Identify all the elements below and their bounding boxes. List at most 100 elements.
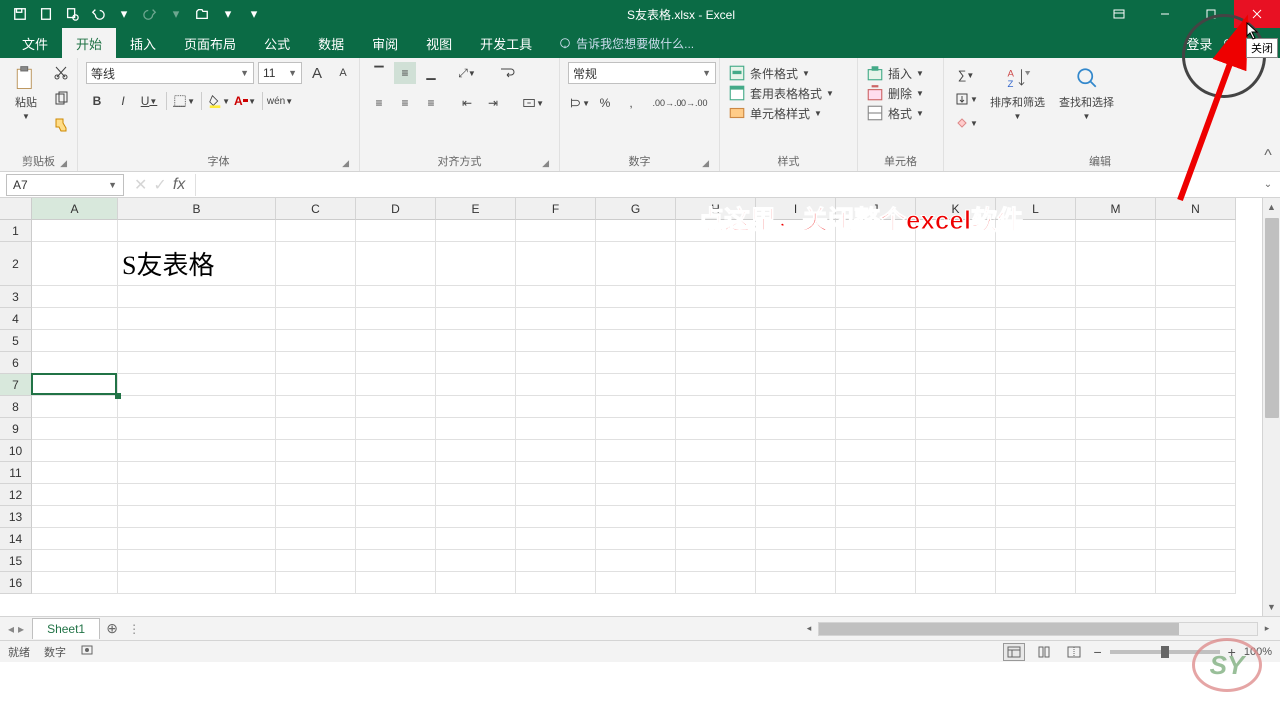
cell[interactable] (356, 286, 436, 308)
cell[interactable] (356, 528, 436, 550)
cell[interactable] (836, 484, 916, 506)
cell[interactable] (276, 528, 356, 550)
column-header[interactable]: C (276, 198, 356, 220)
row-header[interactable]: 16 (0, 572, 32, 594)
cell[interactable] (1076, 220, 1156, 242)
cell[interactable] (996, 242, 1076, 286)
cell[interactable] (436, 440, 516, 462)
cells-area[interactable]: S友表格 (32, 220, 1236, 594)
cell[interactable] (516, 528, 596, 550)
cell[interactable] (516, 440, 596, 462)
cell[interactable] (32, 572, 118, 594)
add-sheet-button[interactable]: ⊕ (100, 620, 124, 637)
clear-icon[interactable]: ▼ (952, 112, 980, 134)
qat-customize-icon[interactable]: ▾ (242, 2, 266, 26)
tab-视图[interactable]: 视图 (412, 28, 466, 59)
cell[interactable] (436, 330, 516, 352)
cell[interactable] (1156, 506, 1236, 528)
bold-button[interactable]: B (86, 90, 108, 112)
align-top-icon[interactable]: ▔ (368, 62, 390, 84)
column-header[interactable]: D (356, 198, 436, 220)
cell[interactable] (916, 330, 996, 352)
ribbon-display-icon[interactable] (1096, 0, 1142, 28)
cell[interactable] (1076, 484, 1156, 506)
cell[interactable] (356, 506, 436, 528)
cell[interactable] (118, 418, 276, 440)
orientation-icon[interactable]: ⤢▼ (456, 62, 478, 84)
cell[interactable] (32, 550, 118, 572)
cell[interactable] (596, 242, 676, 286)
grow-font-icon[interactable]: A (306, 62, 328, 84)
vertical-scrollbar[interactable]: ▲ ▼ (1262, 198, 1280, 616)
cell[interactable] (916, 396, 996, 418)
cell[interactable] (596, 308, 676, 330)
cell[interactable] (436, 308, 516, 330)
cell[interactable] (436, 550, 516, 572)
align-middle-icon[interactable]: ≡ (394, 62, 416, 84)
cell[interactable] (32, 396, 118, 418)
cell[interactable] (32, 506, 118, 528)
cell[interactable] (756, 330, 836, 352)
decrease-decimal-icon[interactable]: .0→.00 (682, 92, 704, 114)
cell[interactable] (676, 374, 756, 396)
cell[interactable] (118, 572, 276, 594)
undo-more-icon[interactable]: ▾ (112, 2, 136, 26)
cell[interactable] (756, 286, 836, 308)
cell[interactable] (356, 484, 436, 506)
cell[interactable] (276, 462, 356, 484)
cell[interactable] (1076, 506, 1156, 528)
cell[interactable] (516, 506, 596, 528)
cell[interactable] (356, 330, 436, 352)
copy-icon[interactable] (50, 88, 72, 110)
cell[interactable] (118, 440, 276, 462)
cell[interactable] (276, 308, 356, 330)
cell[interactable] (356, 550, 436, 572)
dialog-launcher-icon[interactable]: ◢ (702, 158, 709, 169)
cell[interactable] (756, 396, 836, 418)
cell[interactable] (32, 528, 118, 550)
cell[interactable] (916, 286, 996, 308)
cell[interactable] (836, 528, 916, 550)
cell[interactable] (1076, 550, 1156, 572)
cell[interactable] (276, 550, 356, 572)
cell[interactable] (276, 506, 356, 528)
cell[interactable] (436, 352, 516, 374)
cell[interactable] (1076, 286, 1156, 308)
cell[interactable] (1076, 418, 1156, 440)
cell[interactable] (32, 418, 118, 440)
sheet-nav-prev-icon[interactable]: ◂ (8, 622, 14, 636)
cell[interactable] (596, 550, 676, 572)
cell[interactable] (996, 484, 1076, 506)
formula-input[interactable] (195, 174, 1256, 196)
cell[interactable] (676, 550, 756, 572)
page-layout-view-icon[interactable] (1033, 643, 1055, 661)
cell[interactable] (756, 418, 836, 440)
cell[interactable] (516, 242, 596, 286)
maximize-button[interactable] (1188, 0, 1234, 28)
cell[interactable] (756, 440, 836, 462)
align-bottom-icon[interactable]: ▁ (420, 62, 442, 84)
cell[interactable] (516, 220, 596, 242)
row-header[interactable]: 3 (0, 286, 32, 308)
undo-icon[interactable] (86, 2, 110, 26)
merge-button[interactable]: ▼ (522, 92, 544, 114)
cell[interactable] (996, 396, 1076, 418)
cell[interactable] (32, 484, 118, 506)
cell[interactable] (676, 528, 756, 550)
column-headers[interactable]: ABCDEFGHIJKLMN (32, 198, 1236, 220)
format-as-table-button[interactable]: 套用表格格式▼ (728, 84, 834, 102)
cell[interactable] (596, 286, 676, 308)
cell[interactable] (836, 308, 916, 330)
cell[interactable] (436, 242, 516, 286)
cell[interactable] (276, 440, 356, 462)
comma-icon[interactable]: , (620, 92, 642, 114)
increase-indent-icon[interactable]: ⇥ (482, 92, 504, 114)
cell[interactable] (1076, 396, 1156, 418)
cell[interactable] (32, 330, 118, 352)
cell[interactable] (596, 418, 676, 440)
cell[interactable] (756, 484, 836, 506)
cell[interactable] (118, 506, 276, 528)
column-header[interactable]: H (676, 198, 756, 220)
cell[interactable] (676, 418, 756, 440)
paste-button[interactable]: 粘贴 ▼ (8, 62, 44, 123)
